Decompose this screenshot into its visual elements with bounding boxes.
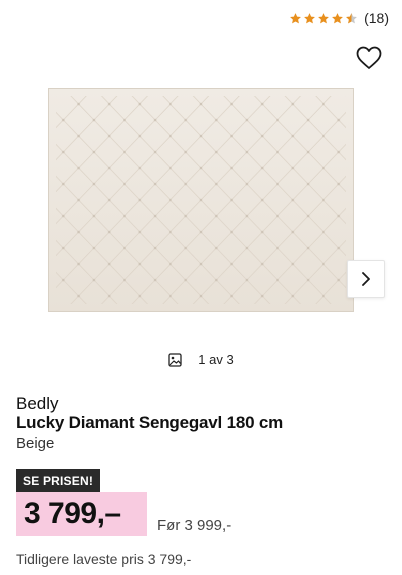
product-brand[interactable]: Bedly: [16, 394, 59, 414]
price-badge: SE PRISEN!: [16, 469, 101, 492]
current-price: 3 799,–: [24, 497, 121, 530]
star-icon: [318, 12, 330, 23]
product-title: Lucky Diamant Sengegavl 180 cm: [16, 413, 284, 432]
gallery-indicator[interactable]: 1 av 3: [0, 352, 402, 367]
half-star-icon: [346, 12, 358, 23]
gallery-count: 1 av 3: [198, 352, 234, 367]
before-price: Før 3 999,-: [157, 517, 232, 534]
product-rating[interactable]: (18): [289, 10, 389, 26]
image-icon: [168, 352, 182, 367]
rating-stars: [289, 12, 358, 25]
star-icon: [332, 12, 344, 23]
product-image: [48, 88, 354, 312]
lowest-price-note: Tidligere laveste pris 3 799,-: [16, 551, 192, 567]
chevron-right-icon: [362, 272, 370, 286]
next-image-button[interactable]: [347, 260, 385, 298]
product-image-gallery[interactable]: [0, 80, 402, 330]
star-icon: [290, 12, 302, 23]
price-box: 3 799,–: [16, 492, 147, 536]
rating-count[interactable]: (18): [364, 10, 389, 26]
heart-icon[interactable]: [356, 46, 382, 70]
product-variant: Beige: [16, 435, 55, 452]
star-icon: [304, 12, 316, 23]
